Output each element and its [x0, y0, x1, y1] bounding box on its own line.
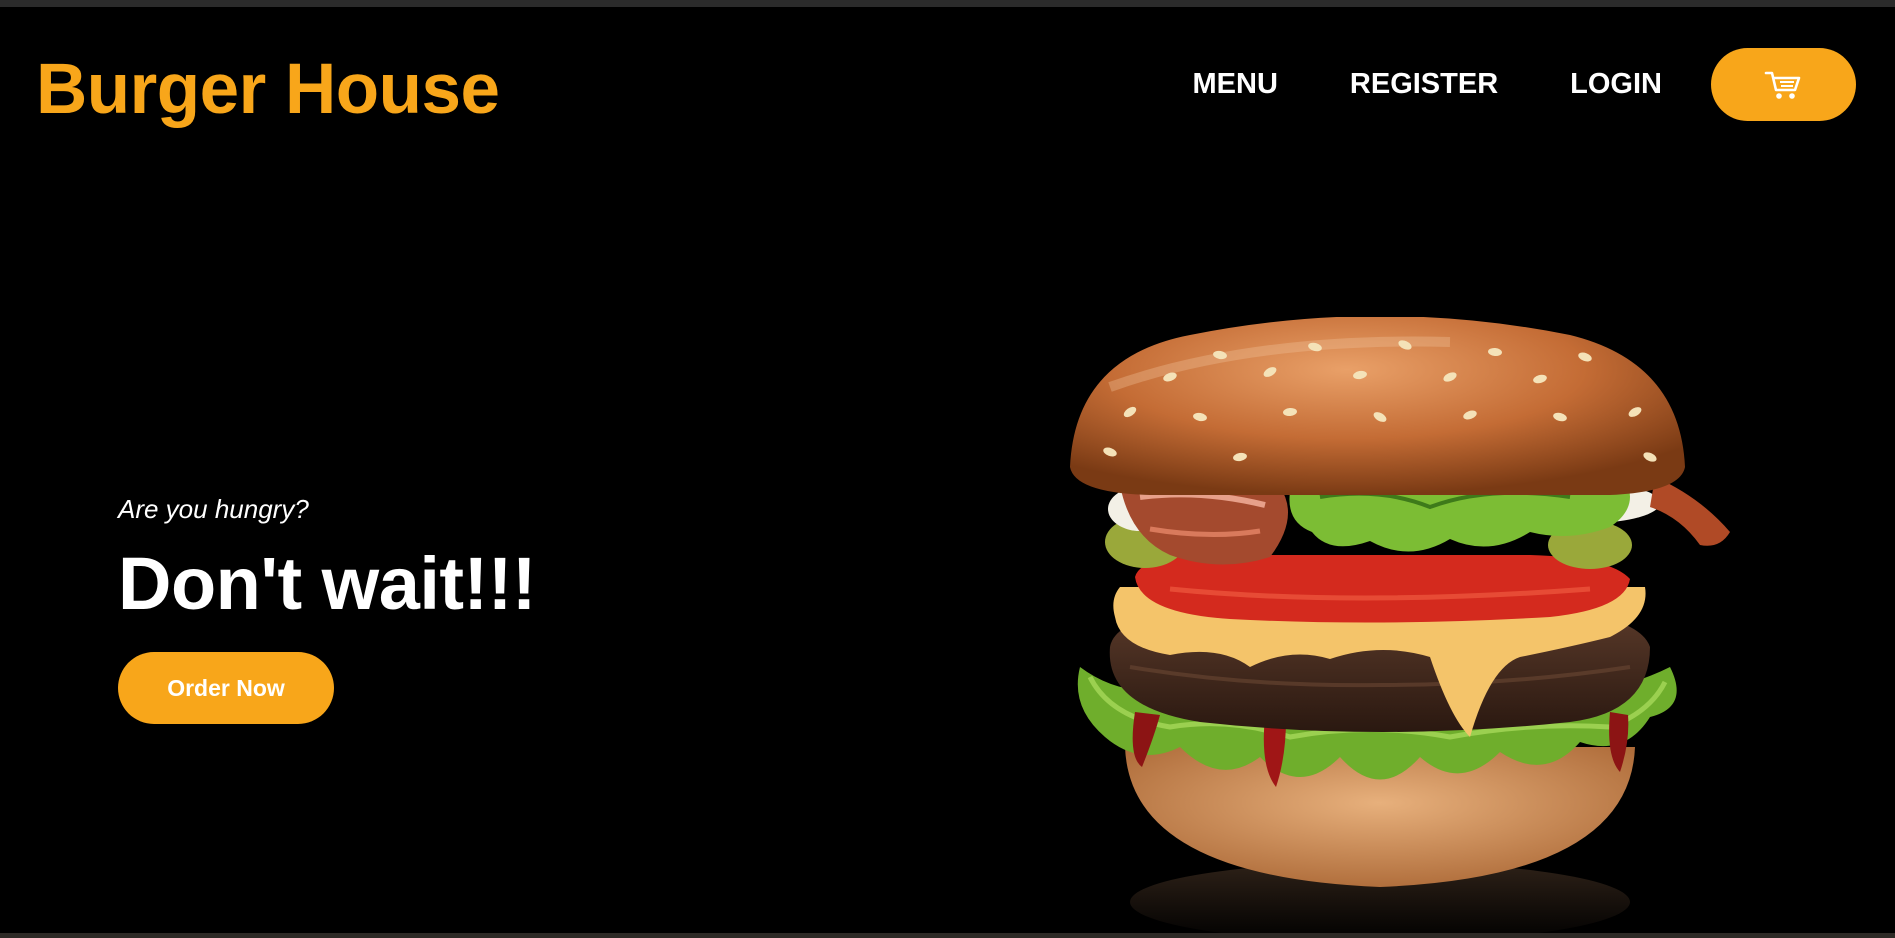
hero-copy: Are you hungry? Don't wait!!! Order Now: [118, 494, 537, 724]
order-now-button[interactable]: Order Now: [118, 652, 334, 724]
browser-bottom-strip: [0, 933, 1895, 938]
nav-item-login[interactable]: LOGIN: [1570, 68, 1662, 101]
cart-button[interactable]: [1711, 48, 1856, 121]
main-nav: MENU REGISTER LOGIN: [1193, 48, 1856, 121]
browser-top-strip: [0, 0, 1895, 7]
hero-section: Burger House MENU REGISTER LOGIN Are you…: [0, 7, 1895, 933]
hero-eyebrow: Are you hungry?: [118, 494, 309, 524]
nav-item-menu[interactable]: MENU: [1193, 68, 1278, 101]
hero-headline: Don't wait!!!: [118, 542, 537, 625]
nav-item-register[interactable]: REGISTER: [1350, 68, 1498, 101]
shopping-cart-icon: [1764, 71, 1800, 99]
brand-logo[interactable]: Burger House: [36, 49, 500, 130]
burger-image: [1070, 317, 1730, 933]
